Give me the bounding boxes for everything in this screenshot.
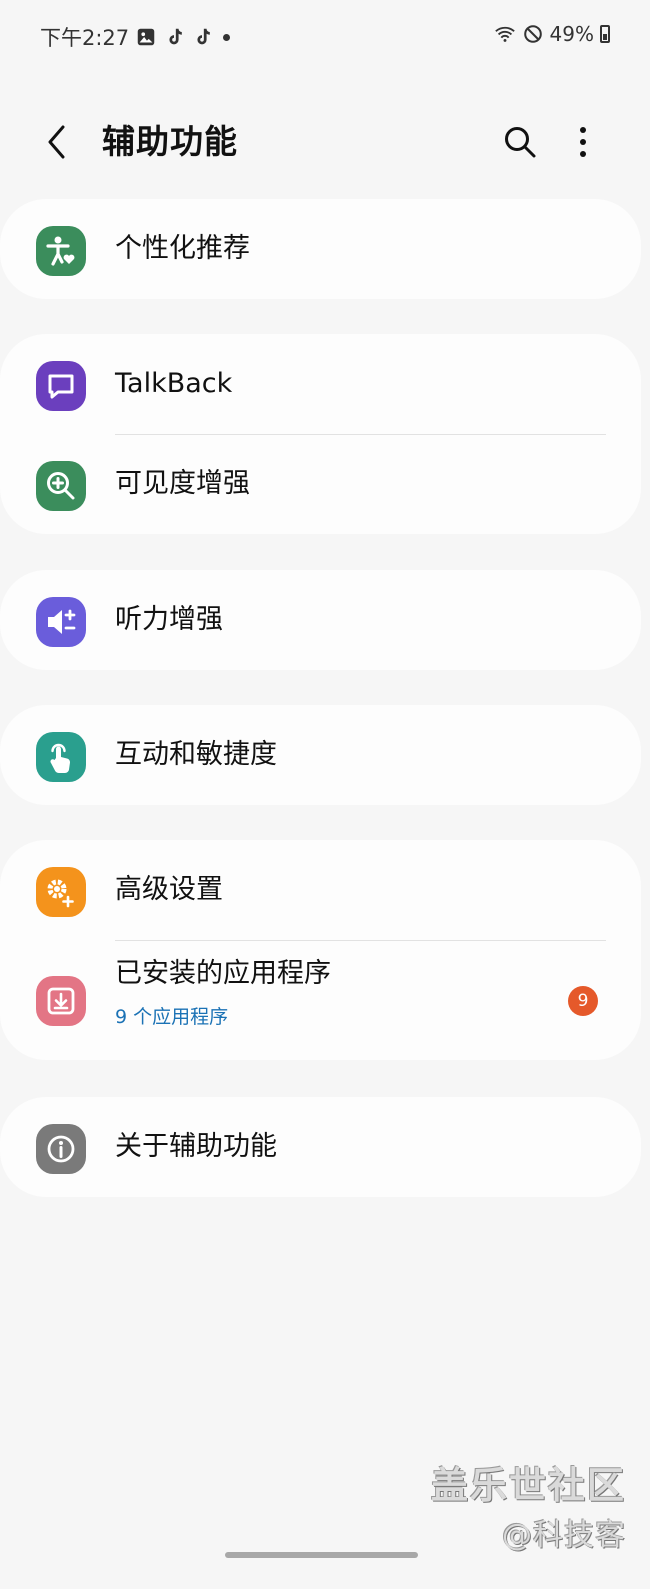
status-time: 下午2:27 — [40, 26, 130, 50]
tiktok-icon — [197, 28, 210, 45]
item-subtext: 9 个应用程序 — [115, 1006, 229, 1028]
page-title: 辅助功能 — [102, 122, 238, 161]
accessibility-heart-icon — [36, 226, 86, 276]
info-icon — [36, 1124, 86, 1174]
settings-card: 个性化推荐 — [0, 199, 641, 299]
list-item-advanced-settings[interactable]: 高级设置 — [0, 840, 641, 940]
item-label: 关于辅助功能 — [115, 1131, 277, 1162]
gear-plus-icon — [36, 867, 86, 917]
list-item-visibility-enhancements[interactable]: 可见度增强 — [0, 434, 641, 534]
watermark-line1: 盖乐世社区 — [431, 1464, 626, 1507]
do-not-disturb-icon — [523, 25, 542, 43]
battery-icon — [600, 25, 610, 43]
back-button[interactable] — [36, 120, 76, 164]
tiktok-icon — [169, 28, 182, 45]
settings-card: 关于辅助功能 — [0, 1097, 641, 1197]
item-label: 已安装的应用程序 — [115, 958, 331, 989]
download-icon — [36, 976, 86, 1026]
more-vertical-icon — [580, 127, 586, 157]
item-label: 互动和敏捷度 — [115, 739, 277, 770]
volume-adjust-icon — [36, 597, 86, 647]
status-bar-right: 49% — [494, 22, 610, 46]
item-label: TalkBack — [115, 368, 233, 399]
settings-card: 高级设置 已安装的应用程序 9 个应用程序 9 — [0, 840, 641, 1060]
gallery-icon — [137, 28, 155, 46]
status-bar-left: 下午2:27 — [40, 22, 231, 52]
item-label: 听力增强 — [115, 604, 223, 635]
item-label: 个性化推荐 — [115, 233, 250, 264]
status-bar: 下午2:27 49% — [0, 0, 650, 70]
zoom-in-icon — [36, 461, 86, 511]
chevron-left-icon — [48, 125, 65, 159]
more-options-button[interactable] — [568, 120, 598, 164]
touch-hand-icon — [36, 732, 86, 782]
list-item-talkback[interactable]: TalkBack — [0, 334, 641, 434]
count-badge: 9 — [568, 986, 598, 1016]
settings-card: 互动和敏捷度 — [0, 705, 641, 805]
list-item-installed-apps[interactable]: 已安装的应用程序 9 个应用程序 9 — [0, 940, 641, 1060]
settings-card: TalkBack 可见度增强 — [0, 334, 641, 534]
dot-icon — [223, 33, 231, 41]
battery-percent: 49% — [549, 22, 594, 46]
search-button[interactable] — [498, 120, 542, 164]
item-label: 可见度增强 — [115, 468, 250, 499]
search-icon — [505, 127, 536, 158]
chat-bubble-icon — [36, 361, 86, 411]
home-indicator[interactable] — [225, 1552, 418, 1558]
item-label: 高级设置 — [115, 874, 223, 905]
watermark-line2: @科技客 — [502, 1518, 626, 1553]
list-item-about-accessibility[interactable]: 关于辅助功能 — [0, 1097, 641, 1197]
app-bar: 辅助功能 — [0, 100, 650, 190]
wifi-icon — [494, 26, 515, 42]
list-item-hearing-enhancements[interactable]: 听力增强 — [0, 570, 641, 670]
list-item-personalized-recommendations[interactable]: 个性化推荐 — [0, 199, 641, 299]
settings-card: 听力增强 — [0, 570, 641, 670]
list-item-interaction-dexterity[interactable]: 互动和敏捷度 — [0, 705, 641, 805]
